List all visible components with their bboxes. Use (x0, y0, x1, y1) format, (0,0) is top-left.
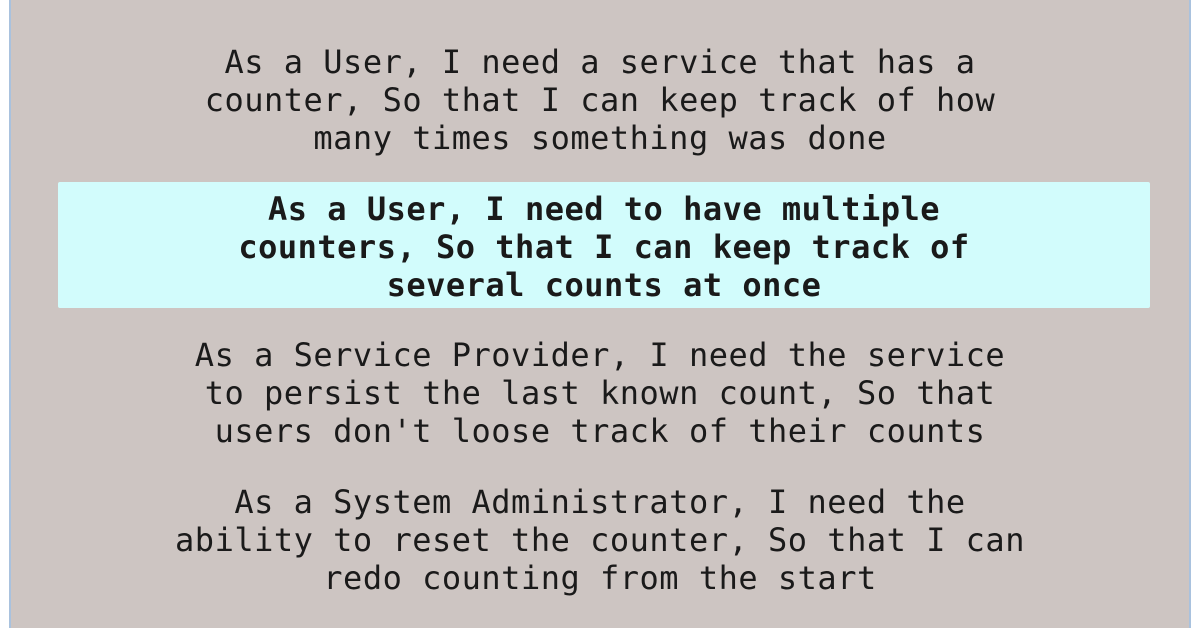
story-line: several counts at once (386, 266, 822, 304)
user-story-counter-service: As a User, I need a service that has a c… (11, 43, 1189, 157)
story-line: As a System Administrator, I need the (234, 483, 966, 521)
story-line: many times something was done (313, 119, 887, 157)
user-story-reset-counter: As a System Administrator, I need the ab… (11, 483, 1189, 597)
story-line: users don't loose track of their counts (214, 412, 986, 450)
story-line: As a User, I need a service that has a (224, 43, 976, 81)
story-line: redo counting from the start (323, 559, 877, 597)
story-line: As a Service Provider, I need the servic… (194, 336, 1006, 374)
story-line: ability to reset the counter, So that I … (175, 521, 1025, 559)
slide-canvas: As a User, I need a service that has a c… (9, 0, 1191, 628)
story-line: counters, So that I can keep track of (238, 228, 970, 266)
story-line: counter, So that I can keep track of how (204, 81, 996, 119)
story-line: to persist the last known count, So that (204, 374, 996, 412)
user-story-persist-count: As a Service Provider, I need the servic… (11, 336, 1189, 450)
user-story-multiple-counters-highlighted: As a User, I need to have multiple count… (58, 182, 1150, 308)
story-line: As a User, I need to have multiple (267, 190, 941, 228)
